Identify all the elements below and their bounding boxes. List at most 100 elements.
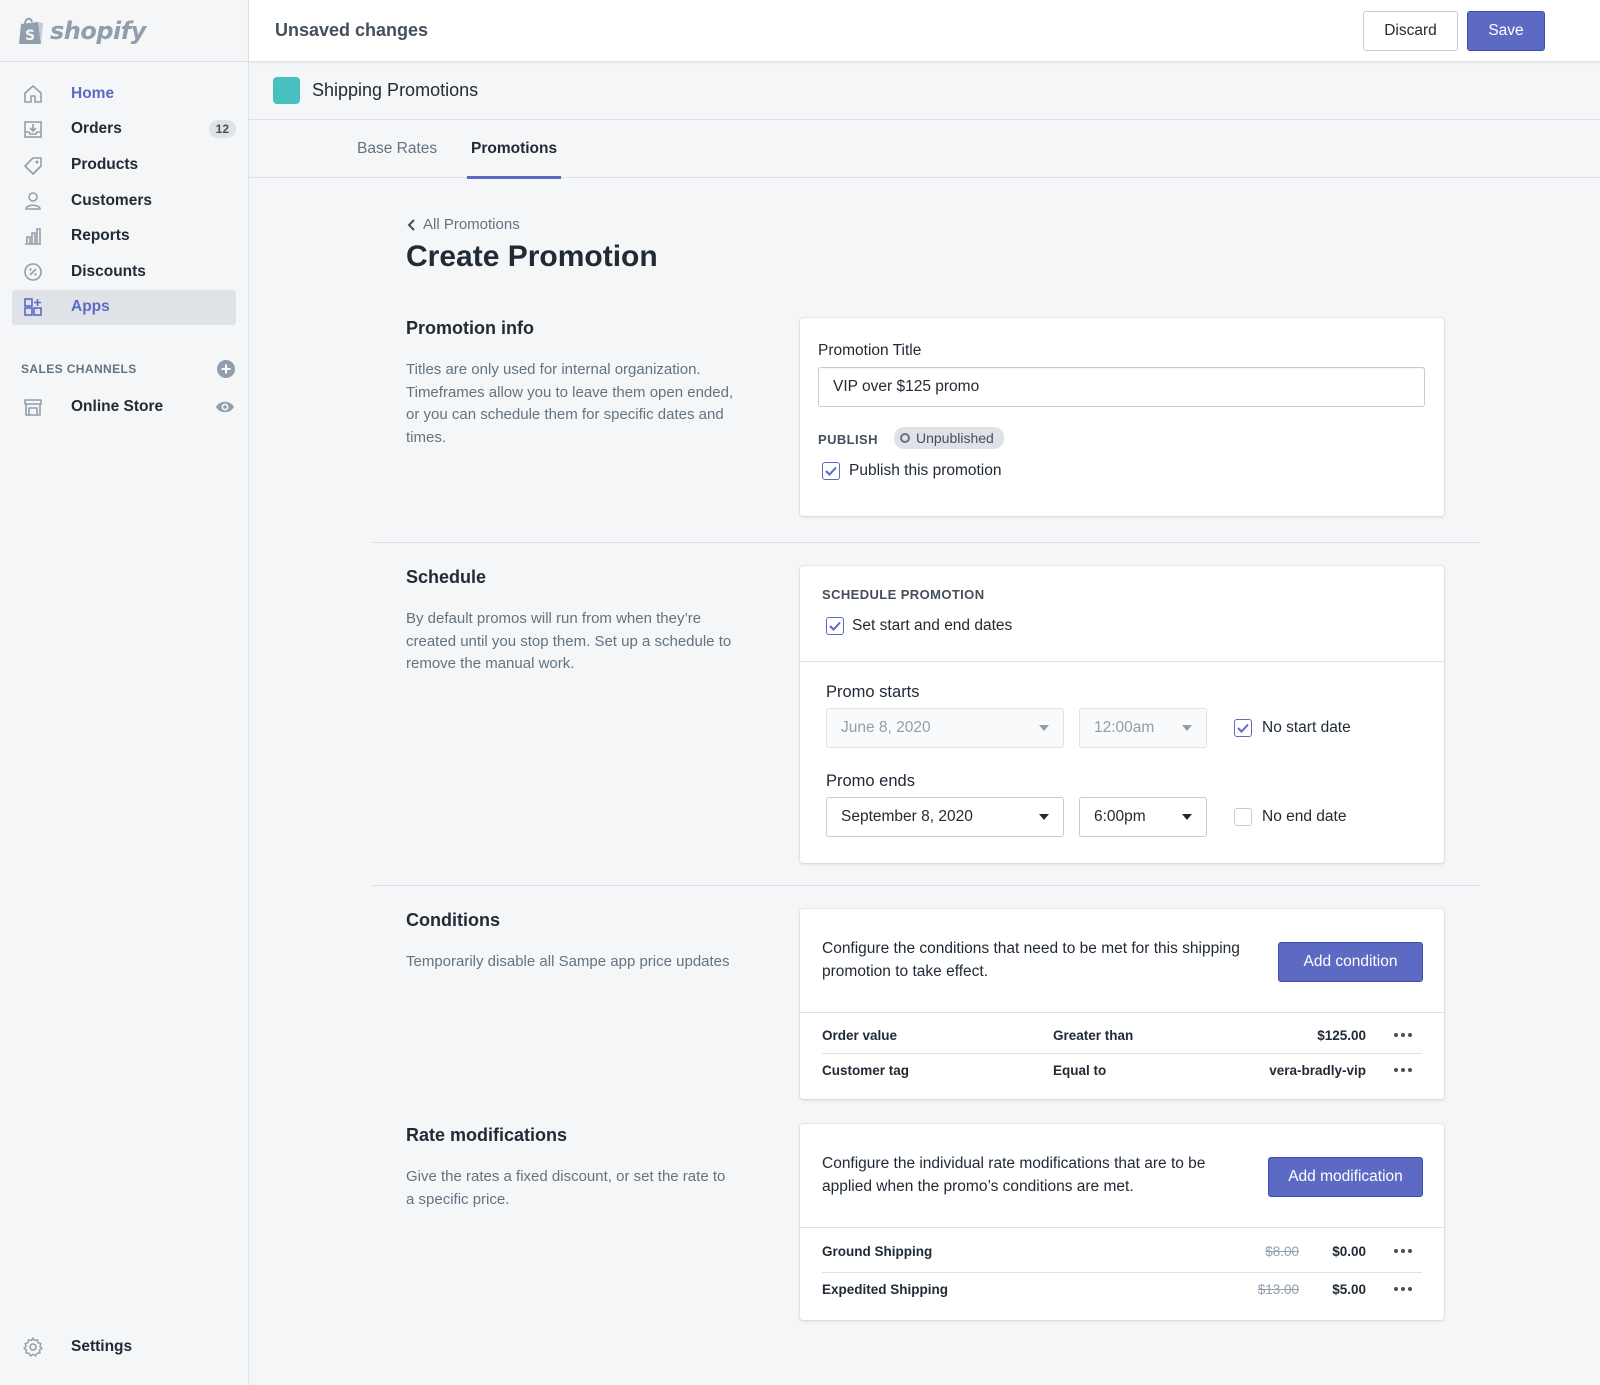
- start-time-select[interactable]: 12:00am: [1079, 708, 1207, 748]
- main-nav: Home Orders 12 Products Customers Report…: [0, 62, 248, 326]
- schedule-title: Schedule: [406, 567, 487, 587]
- add-modification-button[interactable]: Add modification: [1268, 1157, 1423, 1197]
- condition-value: vera-bradly-vip: [1269, 1063, 1366, 1078]
- set-dates-checkbox[interactable]: [826, 617, 844, 635]
- breadcrumb-back[interactable]: All Promotions: [406, 216, 520, 233]
- publish-checkbox[interactable]: [822, 462, 840, 480]
- end-date-select[interactable]: September 8, 2020: [826, 797, 1064, 837]
- nav-label: Customers: [71, 191, 152, 209]
- nav-item-orders[interactable]: Orders 12: [12, 112, 236, 148]
- nav-label: Orders: [71, 120, 122, 138]
- discount-icon: [22, 261, 44, 283]
- card-separator: [800, 1227, 1444, 1228]
- rate-modifications-description: Give the rates a fixed discount, or set …: [406, 1168, 726, 1208]
- add-condition-button[interactable]: Add condition: [1278, 942, 1423, 982]
- checkmark-icon: [1237, 723, 1249, 733]
- promotion-info-title: Promotion info: [406, 318, 534, 338]
- more-actions-icon[interactable]: [1390, 1241, 1416, 1261]
- rate-new-price: $5.00: [1332, 1282, 1366, 1297]
- tab-promotions[interactable]: Promotions: [467, 120, 562, 179]
- rate-name: Expedited Shipping: [822, 1282, 949, 1297]
- add-channel-icon[interactable]: [216, 359, 236, 379]
- rate-modifications-card-text: Configure the individual rate modificati…: [822, 1155, 1206, 1195]
- nav-item-home[interactable]: Home: [12, 76, 236, 112]
- nav-label: Apps: [71, 298, 110, 316]
- nav-label: Online Store: [71, 397, 164, 415]
- tab-bar: Base Rates Promotions: [249, 120, 1600, 179]
- nav-label: Discounts: [71, 262, 146, 280]
- schedule-promotion-label: SCHEDULE PROMOTION: [822, 587, 985, 602]
- home-icon: [22, 83, 44, 105]
- nav-item-reports[interactable]: Reports: [12, 218, 236, 254]
- caret-down-icon: [1039, 814, 1049, 820]
- sales-channels-label: SALES CHANNELS: [21, 362, 137, 377]
- start-date-select[interactable]: June 8, 2020: [826, 708, 1064, 748]
- more-actions-icon[interactable]: [1390, 1025, 1416, 1045]
- store-icon: [22, 396, 44, 418]
- end-date-value: September 8, 2020: [841, 808, 973, 825]
- app-icon: [273, 77, 300, 104]
- section-divider: [372, 885, 1480, 886]
- orders-icon: [22, 118, 44, 140]
- rate-row: Expedited Shipping $13.00 $5.00: [822, 1273, 1422, 1307]
- nav-item-products[interactable]: Products: [12, 147, 236, 183]
- apps-icon: [22, 296, 44, 318]
- tab-base-rates[interactable]: Base Rates: [357, 120, 437, 178]
- save-button[interactable]: Save: [1467, 11, 1545, 51]
- page-title: Create Promotion: [406, 240, 658, 273]
- checkmark-icon: [829, 621, 841, 631]
- checkmark-icon: [825, 466, 837, 476]
- rate-old-price: $13.00: [1257, 1282, 1299, 1297]
- caret-down-icon: [1039, 725, 1049, 731]
- rate-name: Ground Shipping: [822, 1244, 933, 1259]
- discard-button[interactable]: Discard: [1363, 11, 1458, 51]
- no-start-date-checkbox[interactable]: [1234, 719, 1252, 737]
- more-actions-icon[interactable]: [1390, 1279, 1416, 1299]
- condition-value: $125.00: [1317, 1028, 1366, 1043]
- rate-modifications-card: Configure the individual rate modificati…: [800, 1124, 1444, 1320]
- nav-item-customers[interactable]: Customers: [12, 183, 236, 219]
- svg-text:S: S: [25, 28, 35, 44]
- rate-old-price: $8.00: [1265, 1244, 1299, 1259]
- chevron-left-icon: [407, 218, 415, 231]
- orders-count-badge: 12: [208, 120, 236, 139]
- contextual-save-bar: Unsaved changes Discard Save: [249, 0, 1600, 62]
- more-actions-icon[interactable]: [1390, 1060, 1416, 1080]
- promo-starts-label: Promo starts: [826, 683, 920, 701]
- logo-text: shopify: [50, 16, 146, 45]
- conditions-description: Temporarily disable all Sampe app price …: [406, 953, 730, 970]
- conditions-title: Conditions: [406, 910, 500, 930]
- tag-icon: [22, 154, 44, 176]
- promotion-title-label: Promotion Title: [818, 342, 922, 359]
- shopify-logo[interactable]: S shopify: [0, 0, 248, 62]
- nav-item-apps[interactable]: Apps: [12, 289, 236, 326]
- status-dot-icon: [900, 433, 910, 443]
- promotion-info-card: Promotion Title VIP over $125 promo PUBL…: [800, 318, 1444, 516]
- section-divider: [372, 542, 1480, 543]
- no-start-date-label: No start date: [1262, 719, 1351, 736]
- person-icon: [22, 190, 44, 212]
- nav-item-online-store[interactable]: Online Store: [12, 389, 236, 425]
- eye-icon[interactable]: [214, 396, 236, 418]
- conditions-card-text: Configure the conditions that need to be…: [822, 940, 1240, 980]
- rate-row: Ground Shipping $8.00 $0.00: [822, 1235, 1422, 1269]
- condition-row: Customer tag Equal to vera-bradly-vip: [822, 1054, 1422, 1088]
- promotion-info-description: Titles are only used for internal organi…: [406, 361, 734, 446]
- end-time-value: 6:00pm: [1094, 808, 1146, 825]
- nav-label: Settings: [71, 1338, 133, 1356]
- publish-checkbox-label: Publish this promotion: [849, 462, 1002, 479]
- caret-down-icon: [1182, 725, 1192, 731]
- no-end-date-checkbox[interactable]: [1234, 808, 1252, 826]
- end-time-select[interactable]: 6:00pm: [1079, 797, 1207, 837]
- nav-item-discounts[interactable]: Discounts: [12, 254, 236, 290]
- gear-icon: [22, 1336, 44, 1358]
- nav-item-settings[interactable]: Settings: [12, 1329, 236, 1365]
- rate-modifications-title: Rate modifications: [406, 1125, 568, 1145]
- status-badge: Unpublished: [894, 427, 1004, 449]
- start-date-value: June 8, 2020: [841, 719, 931, 736]
- condition-field: Order value: [822, 1028, 898, 1043]
- schedule-card: SCHEDULE PROMOTION Set start and end dat…: [800, 566, 1444, 863]
- nav-label: Products: [71, 155, 139, 173]
- status-text: Unpublished: [916, 430, 994, 446]
- promotion-title-input[interactable]: VIP over $125 promo: [818, 367, 1425, 407]
